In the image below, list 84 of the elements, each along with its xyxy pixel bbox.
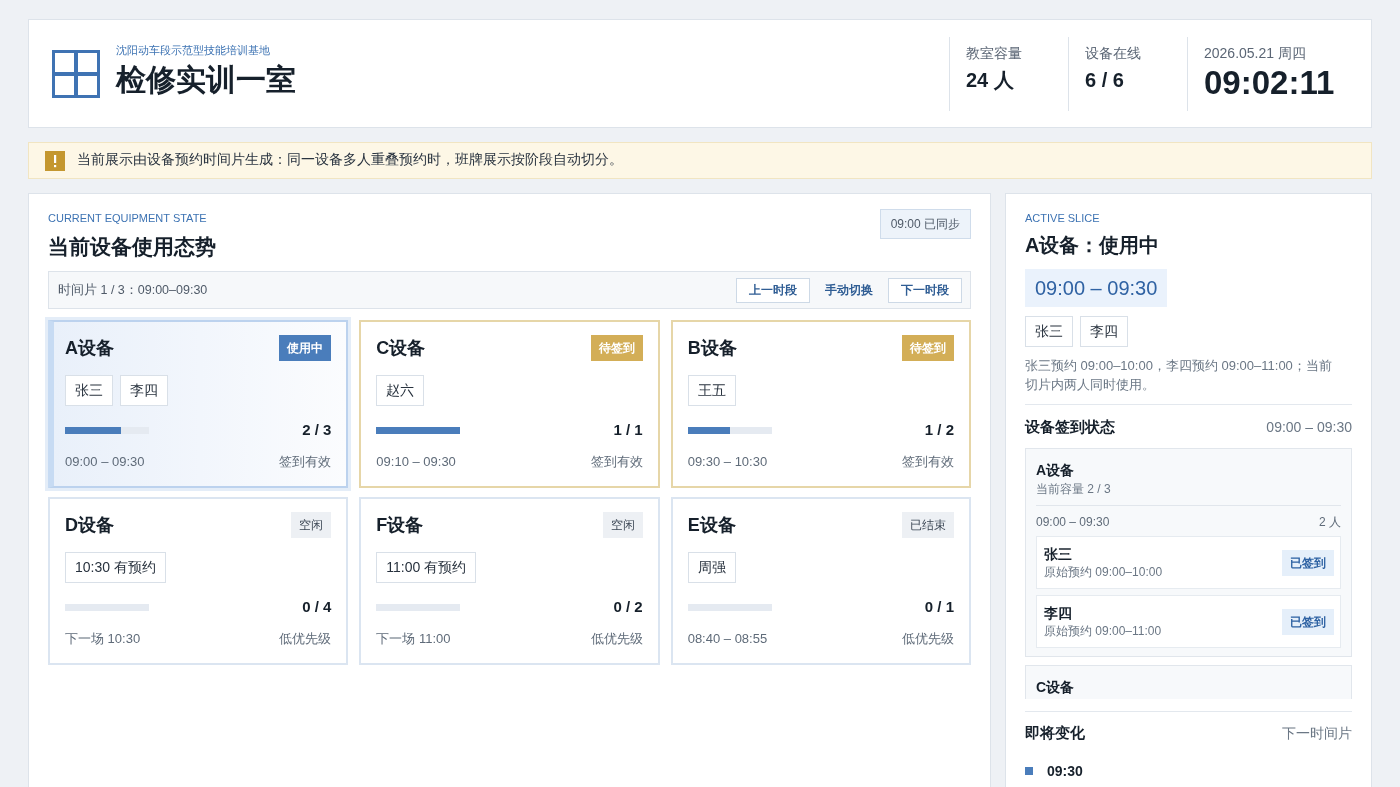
- stat-label: 设备在线: [1085, 43, 1142, 62]
- equipment-name: B设备: [687, 337, 737, 360]
- card-note: 签到有效: [902, 454, 954, 470]
- equipment-name: C设备: [376, 337, 426, 360]
- card-note: 低优先级: [279, 631, 332, 647]
- person-chip: 张三: [1025, 316, 1073, 347]
- section-title: 当前设备使用态势: [48, 234, 216, 260]
- booking-time: 原始预约 09:00–11:00: [1044, 623, 1162, 640]
- status-badge: 使用中: [279, 335, 332, 361]
- slice-button[interactable]: 下一时段: [888, 277, 962, 303]
- equipment-card[interactable]: B设备 待签到 王五 1 / 2 09:30 – 10:30 签到有效: [670, 320, 971, 488]
- person-chip: 赵六: [376, 375, 425, 406]
- capacity-count: 0 / 2: [613, 598, 643, 616]
- slice-time-range: 09:00 – 09:30: [1025, 269, 1168, 307]
- time-range: 下一场 10:30: [65, 631, 141, 647]
- status-badge: 空闲: [291, 512, 332, 538]
- person-chip: 李四: [120, 375, 168, 406]
- status-badge: 待签到: [902, 335, 954, 361]
- section-eyebrow: CURRENT EQUIPMENT STATE: [48, 211, 208, 225]
- capacity-count: 1 / 2: [924, 421, 954, 439]
- equipment-name: F设备: [376, 514, 424, 537]
- room-title: 检修实训一室: [116, 61, 296, 98]
- upcoming-title: 即将变化: [1025, 723, 1085, 743]
- person-name: 张三: [1044, 545, 1073, 564]
- capacity-count: 0 / 4: [302, 598, 332, 616]
- time-range: 09:30 – 10:30: [687, 454, 768, 470]
- slice-description: 张三预约 09:00–10:00，李四预约 09:00–11:00；当前切片内两人同时使用。: [1025, 357, 1333, 394]
- stat-label: 教室容量: [966, 43, 1023, 62]
- status-badge: 待签到: [590, 335, 643, 361]
- stat-value: 24 人: [966, 67, 1015, 93]
- equipment-card[interactable]: D设备 空闲 10:30 有预约 0 / 4 下一场 10:30 低优先级: [48, 497, 349, 665]
- person-name: 李四: [1044, 604, 1073, 623]
- checkin-badge: 已签到: [1282, 549, 1334, 576]
- group-name: A设备: [1036, 461, 1076, 480]
- grid-logo-icon: [52, 49, 100, 98]
- upcoming-time: 09:30: [1047, 762, 1083, 781]
- group-name: C设备: [1036, 678, 1076, 697]
- notice-text: 当前展示由设备预约时间片生成：同一设备多人重叠预约时，班牌展示按阶段自动切分。: [77, 151, 623, 170]
- capacity-count: 2 / 3: [302, 421, 332, 439]
- time-range: 09:10 – 09:30: [376, 454, 456, 470]
- sync-badge: 09:00 已同步: [879, 209, 971, 239]
- slot-count: 2 人: [1319, 514, 1341, 530]
- group-capacity: 当前容量 2 / 3: [1036, 481, 1112, 498]
- slice-title: A设备：使用中: [1025, 233, 1161, 258]
- card-note: 签到有效: [279, 454, 332, 470]
- time-range: 下一场 11:00: [376, 631, 451, 647]
- organization-name: 沈阳动车段示范型技能培训基地: [116, 42, 271, 57]
- date-text: 2026.05.21 周四: [1204, 43, 1307, 62]
- checkin-range: 09:00 – 09:30: [1266, 418, 1352, 437]
- equipment-card[interactable]: C设备 待签到 赵六 1 / 1 09:10 – 09:30 签到有效: [359, 320, 660, 488]
- time-range: 08:40 – 08:55: [687, 631, 768, 647]
- square-marker-icon: [1025, 767, 1033, 775]
- card-note: 签到有效: [590, 454, 643, 470]
- checkin-badge: 已签到: [1282, 608, 1334, 635]
- slice-label: 时间片 1 / 3：09:00–09:30: [58, 281, 208, 299]
- capacity-count: 0 / 1: [924, 598, 954, 616]
- person-chip: 李四: [1080, 316, 1128, 347]
- slot-range: 09:00 – 09:30: [1036, 514, 1110, 530]
- slice-button[interactable]: 手动切换: [825, 277, 873, 303]
- card-note: 低优先级: [590, 631, 643, 647]
- status-badge: 已结束: [902, 512, 954, 538]
- person-chip: 11:00 有预约: [376, 552, 477, 583]
- capacity-count: 1 / 1: [613, 421, 643, 439]
- clock-time: 09:02:11: [1204, 62, 1336, 103]
- equipment-name: D设备: [65, 514, 114, 537]
- person-chip: 张三: [65, 375, 113, 406]
- slice-button[interactable]: 上一时段: [736, 277, 810, 303]
- equipment-card[interactable]: E设备 已结束 周强 0 / 1 08:40 – 08:55 低优先级: [670, 497, 971, 665]
- time-range: 09:00 – 09:30: [65, 454, 145, 470]
- stat-value: 6 / 6: [1085, 67, 1125, 93]
- person-chip: 周强: [687, 552, 736, 583]
- checkin-title: 设备签到状态: [1025, 417, 1115, 437]
- equipment-card[interactable]: A设备 使用中 张三 李四 2 / 3 09:00 – 09:30 签到有效: [48, 320, 349, 488]
- booking-time: 原始预约 09:00–10:00: [1044, 564, 1163, 581]
- section-eyebrow: ACTIVE SLICE: [1025, 211, 1101, 225]
- card-note: 低优先级: [902, 631, 954, 647]
- person-chip: 王五: [687, 375, 736, 406]
- equipment-name: A设备: [65, 337, 114, 360]
- equipment-card[interactable]: F设备 空闲 11:00 有预约 0 / 2 下一场 11:00 低优先级: [359, 497, 660, 665]
- person-chip: 10:30 有预约: [65, 552, 166, 583]
- upcoming-hint: 下一时间片: [1282, 724, 1352, 743]
- exclamation-icon: [45, 150, 65, 171]
- status-badge: 空闲: [602, 512, 643, 538]
- equipment-name: E设备: [687, 514, 736, 537]
